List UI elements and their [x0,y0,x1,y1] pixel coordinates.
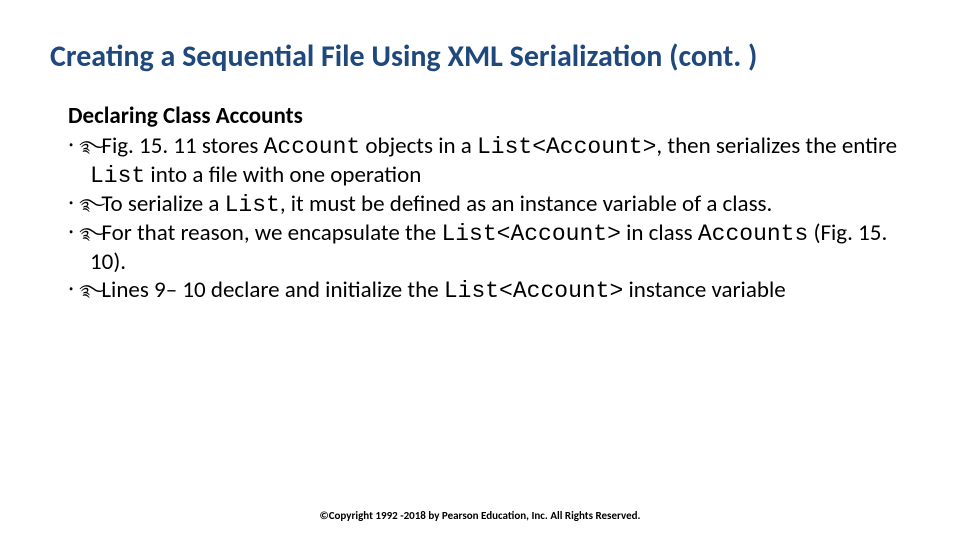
code-text: List<Account> [477,134,656,160]
text: , then serializes the entire [656,132,897,160]
text: objects in a [360,132,477,160]
text: To serialize a [101,190,224,218]
bullet-icon: ࿐ [79,196,93,216]
list-item: ࿐ To serialize a List, it must be defined… [68,190,910,219]
text: into a file with one operation [145,161,421,189]
code-text: List<Account> [441,221,620,247]
list-item: ࿐Lines 9– 10 declare and initialize the … [68,276,910,305]
code-text: List [225,192,280,218]
text: For that reason, we encapsulate the [101,219,441,247]
subheading: Declaring Class Accounts [68,103,910,131]
copyright-footer: ©Copyright 1992 -2018 by Pearson Educati… [0,509,960,522]
bullet-icon: ࿐ [79,138,93,158]
bullet-icon: ࿐ [79,225,93,245]
code-text: Account [264,134,361,160]
text: , it must be defined as an instance vari… [280,190,773,218]
bullet-icon: ࿐ [79,282,93,302]
code-text: List [90,163,145,189]
text: instance variable [623,276,785,304]
slide: Creating a Sequential File Using XML Ser… [0,0,960,540]
text: in class [621,219,698,247]
text: Fig. 15. 11 stores [101,132,263,160]
code-text: List<Account> [444,278,623,304]
list-item: ࿐ For that reason, we encapsulate the Lis… [68,219,910,276]
code-text: Accounts [698,221,808,247]
bullet-list: ࿐ Fig. 15. 11 stores Account objects in a… [68,132,910,305]
list-item: ࿐ Fig. 15. 11 stores Account objects in a… [68,132,910,190]
slide-title: Creating a Sequential File Using XML Ser… [50,40,910,75]
text: Lines 9– 10 declare and initialize the [101,276,443,304]
